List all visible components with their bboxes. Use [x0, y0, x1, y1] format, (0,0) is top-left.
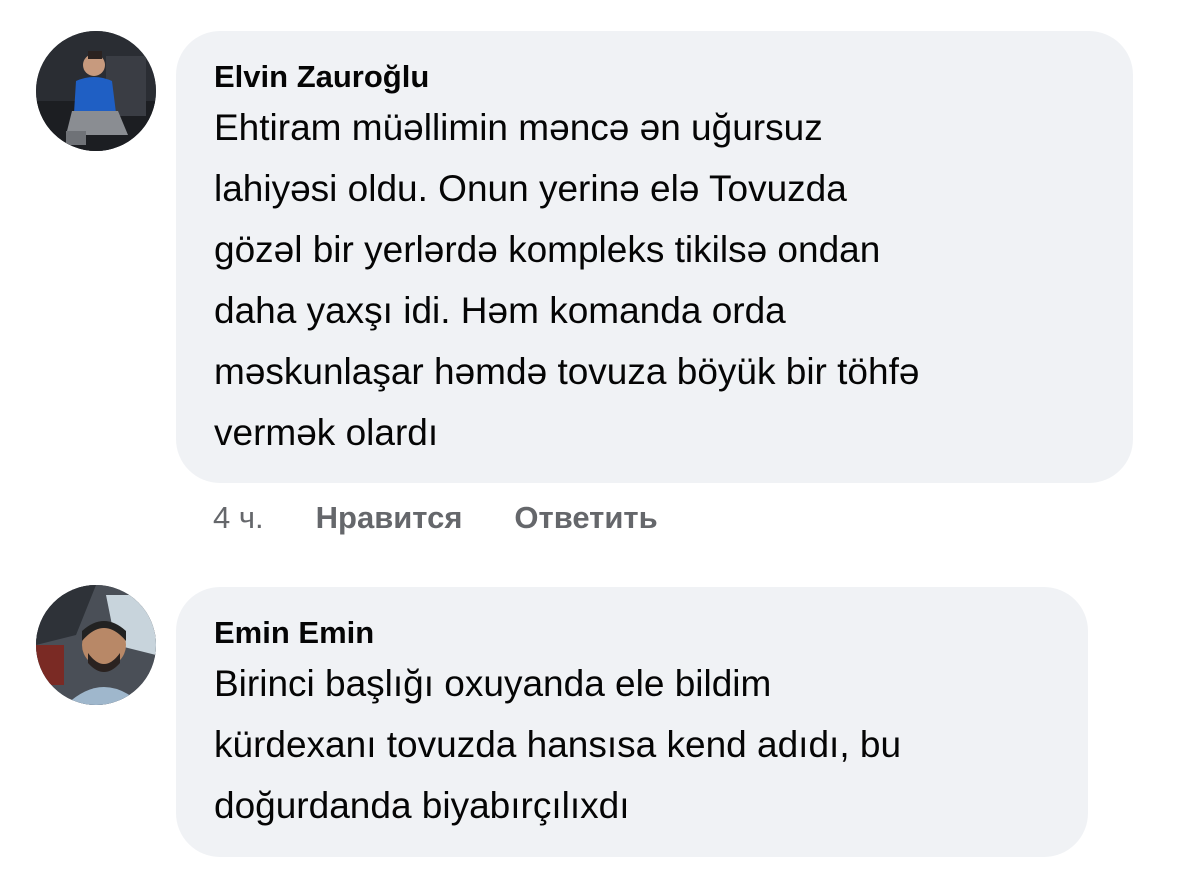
like-button[interactable]: Нравится: [316, 500, 463, 536]
comment-text-line: doğurdanda biyabırçılıxdı: [214, 785, 630, 826]
comment-author[interactable]: Emin Emin: [214, 613, 1050, 653]
avatar[interactable]: [36, 585, 156, 705]
comment-text-line: Birinci başlığı oxuyanda ele bildim: [214, 663, 772, 704]
reply-button[interactable]: Ответить: [514, 500, 657, 536]
comment-bubble: Elvin Zauroğlu Ehtiram müəllimin məncə ə…: [176, 31, 1133, 483]
comment-text-line: vermək olardı: [214, 412, 439, 453]
comment-text-line: lahiyəsi oldu. Onun yerinə elə Tovuzda: [214, 168, 847, 209]
comments-page: Elvin Zauroğlu Ehtiram müəllimin məncə ə…: [0, 0, 1179, 870]
comment-text-line: kürdexanı tovuzda hansısa kend adıdı, bu: [214, 724, 902, 765]
comment-author[interactable]: Elvin Zauroğlu: [214, 57, 1095, 97]
comment-timestamp[interactable]: 4 ч.: [213, 500, 264, 536]
comment-text-line: daha yaxşı idi. Həm komanda orda: [214, 290, 786, 331]
comment-meta: 4 ч. Нравится Ответить: [213, 500, 710, 536]
comment-text-line: Ehtiram müəllimin məncə ən uğursuz: [214, 107, 823, 148]
comment-text-line: məskunlaşar həmdə tovuza böyük bir töhfə: [214, 351, 920, 392]
comment-text-line: gözəl bir yerlərdə kompleks tikilsə onda…: [214, 229, 881, 270]
comment-bubble: Emin Emin Birinci başlığı oxuyanda ele b…: [176, 587, 1088, 857]
avatar[interactable]: [36, 31, 156, 151]
user-avatar-icon: [36, 585, 156, 705]
user-avatar-icon: [36, 31, 156, 151]
